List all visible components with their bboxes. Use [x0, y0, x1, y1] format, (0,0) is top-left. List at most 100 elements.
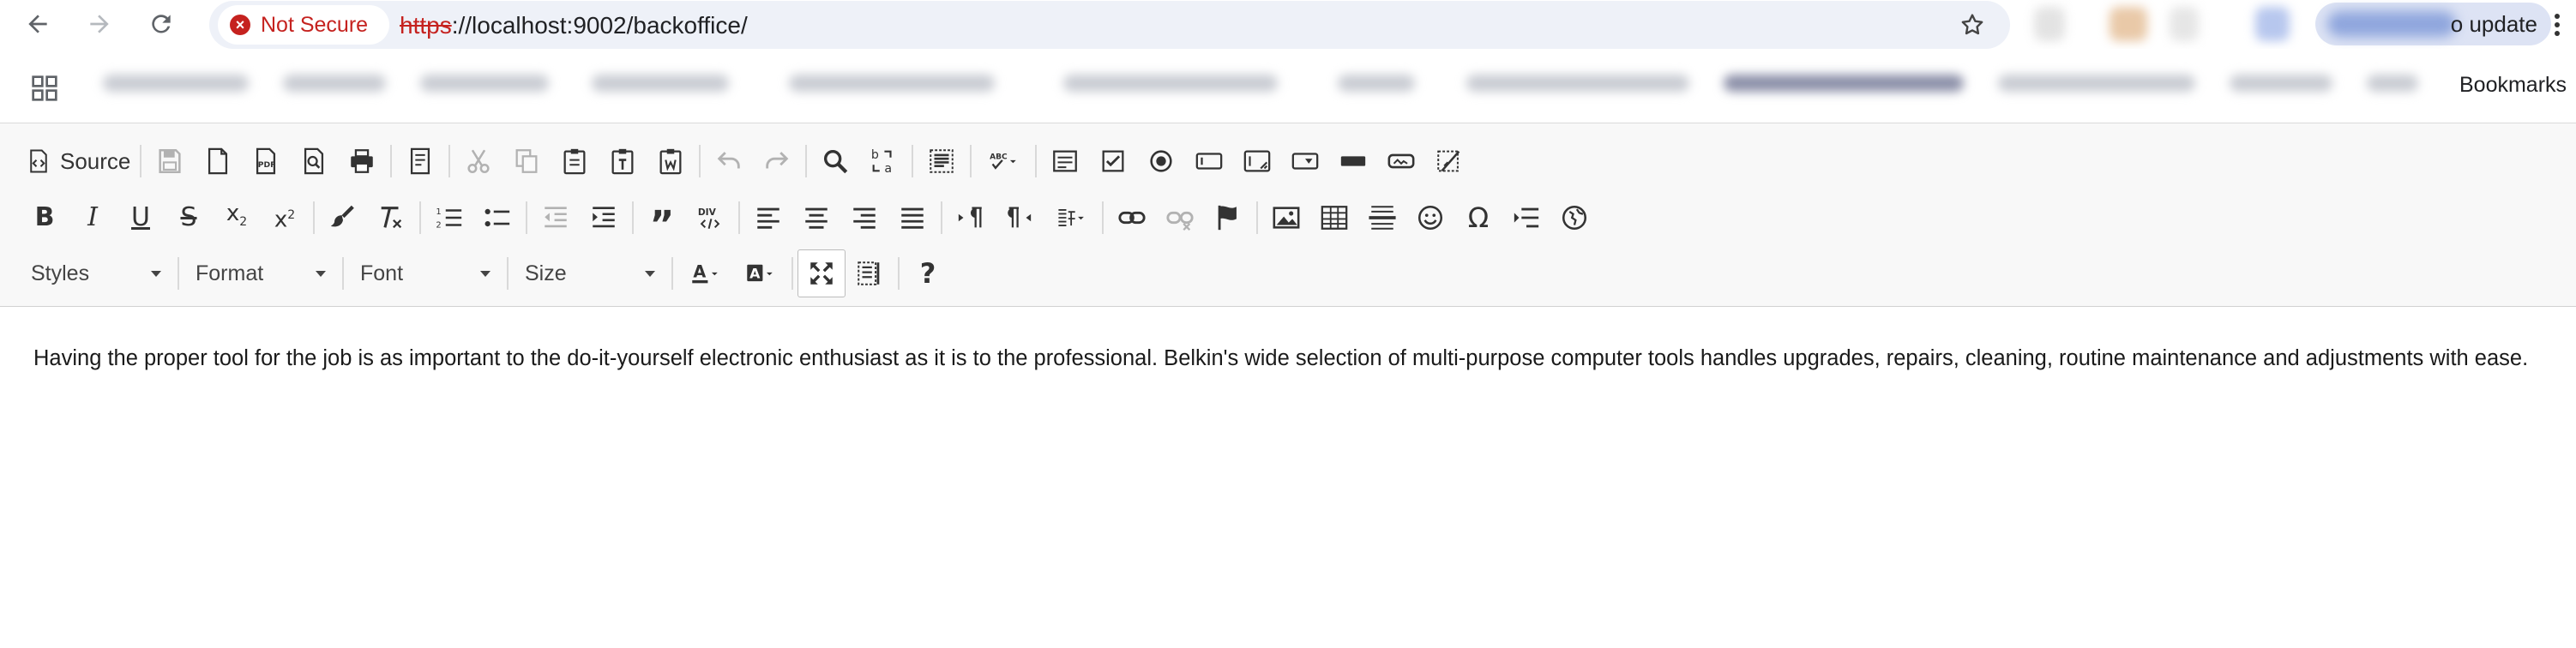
image-button[interactable]	[1262, 194, 1310, 242]
url-text[interactable]: https://localhost:9002/backoffice/	[400, 12, 748, 39]
underline-button[interactable]: U	[117, 194, 165, 242]
copy-formatting-button[interactable]	[319, 194, 367, 242]
page-break-button[interactable]	[1502, 194, 1550, 242]
replace-button[interactable]: ba	[859, 137, 907, 185]
extension-icon[interactable]	[2110, 7, 2147, 41]
blockquote-button[interactable]: ”	[638, 194, 686, 244]
create-div-button[interactable]: DIV	[686, 194, 734, 242]
text-color-button[interactable]: A	[677, 249, 732, 297]
address-bar[interactable]: × Not Secure https://localhost:9002/back…	[209, 1, 2010, 49]
redo-button[interactable]	[753, 137, 801, 185]
bookmark-item[interactable]	[592, 75, 729, 92]
unlink-button[interactable]	[1156, 194, 1204, 242]
bookmark-item[interactable]	[103, 75, 249, 92]
profile-update-button[interactable]: o update	[2315, 3, 2551, 45]
copy-button[interactable]	[503, 137, 551, 185]
format-dropdown[interactable]: Format	[184, 249, 338, 297]
font-dropdown[interactable]: Font	[348, 249, 503, 297]
source-button[interactable]: Source	[21, 137, 135, 185]
table-button[interactable]	[1310, 194, 1358, 242]
superscript-button[interactable]: x2	[261, 194, 309, 242]
select-all-button[interactable]	[918, 137, 966, 185]
horizontal-line-button[interactable]	[1358, 194, 1406, 242]
bookmark-item[interactable]	[1998, 75, 2195, 92]
templates-button[interactable]	[396, 137, 444, 185]
hidden-field-button[interactable]	[1425, 137, 1473, 185]
special-char-button[interactable]: Ω	[1454, 194, 1502, 242]
print-button[interactable]	[338, 137, 386, 185]
security-chip[interactable]: × Not Secure	[218, 5, 389, 45]
align-left-button[interactable]	[744, 194, 792, 242]
align-right-icon	[853, 207, 876, 229]
align-right-button[interactable]	[840, 194, 888, 242]
export-pdf-button[interactable]: PDF	[242, 137, 290, 185]
bookmark-item[interactable]	[2230, 75, 2332, 92]
align-center-button[interactable]	[792, 194, 840, 242]
extension-icon[interactable]	[2034, 7, 2065, 41]
bookmarks-folder[interactable]: Bookmarks	[2459, 73, 2567, 98]
checkbox-button[interactable]	[1089, 137, 1137, 185]
text-field-button[interactable]	[1185, 137, 1233, 185]
select-field-button[interactable]	[1281, 137, 1329, 185]
iframe-button[interactable]	[1550, 194, 1598, 242]
paste-button[interactable]	[551, 137, 599, 185]
strikethrough-button[interactable]: S	[165, 194, 213, 242]
show-blocks-button[interactable]	[846, 249, 894, 297]
language-button[interactable]	[1043, 194, 1098, 242]
bookmark-item[interactable]	[1063, 75, 1278, 92]
maximize-button[interactable]	[797, 249, 846, 297]
decrease-indent-button[interactable]	[532, 194, 580, 242]
spellcheck-button[interactable]: ABC	[976, 137, 1031, 185]
save-button[interactable]	[146, 137, 194, 185]
bookmark-item[interactable]	[1724, 75, 1964, 92]
kebab-menu-icon[interactable]	[2552, 12, 2562, 38]
form-button[interactable]	[1041, 137, 1089, 185]
radio-button[interactable]	[1137, 137, 1185, 185]
remove-format-button[interactable]	[367, 194, 415, 242]
reload-button[interactable]	[144, 7, 178, 41]
link-icon	[1118, 211, 1146, 225]
paste-word-button[interactable]	[647, 137, 695, 185]
find-button[interactable]	[811, 137, 859, 185]
preview-button[interactable]	[290, 137, 338, 185]
bookmark-item[interactable]	[1338, 75, 1415, 92]
editor-content-area[interactable]: Having the proper tool for the job is as…	[33, 340, 2546, 376]
extension-icon[interactable]	[2170, 7, 2199, 41]
undo-button[interactable]	[705, 137, 753, 185]
smiley-button[interactable]	[1406, 194, 1454, 242]
background-color-button[interactable]: A	[732, 249, 787, 297]
cut-button[interactable]	[454, 137, 503, 185]
numbered-list-button[interactable]: 12	[425, 194, 473, 242]
content-paragraph[interactable]: Having the proper tool for the job is as…	[33, 340, 2546, 376]
form-button-button[interactable]	[1329, 137, 1377, 185]
paste-text-button[interactable]	[599, 137, 647, 185]
image-button-button[interactable]	[1377, 137, 1425, 185]
anchor-button[interactable]	[1204, 194, 1252, 242]
textarea-button[interactable]	[1233, 137, 1281, 185]
bookmark-star-icon[interactable]	[1959, 11, 1986, 39]
bulleted-list-button[interactable]	[473, 194, 521, 242]
styles-dropdown[interactable]: Styles	[21, 249, 173, 297]
bookmark-item[interactable]	[789, 75, 995, 92]
help-icon: ?	[919, 257, 936, 290]
link-button[interactable]	[1108, 194, 1156, 242]
size-dropdown[interactable]: Size	[513, 249, 667, 297]
bookmark-item[interactable]	[420, 75, 549, 92]
text-direction-rtl-button[interactable]	[995, 194, 1043, 242]
extension-icon[interactable]	[2255, 7, 2290, 41]
text-direction-ltr-button[interactable]	[947, 194, 995, 242]
bold-button[interactable]: B	[21, 194, 69, 242]
toolbar-separator	[791, 257, 793, 290]
new-page-button[interactable]	[194, 137, 242, 185]
subscript-button[interactable]: x2	[213, 194, 261, 242]
forward-button[interactable]	[82, 7, 117, 41]
apps-grid-icon[interactable]	[31, 75, 58, 102]
bookmark-item[interactable]	[1466, 75, 1689, 92]
back-button[interactable]	[21, 7, 55, 41]
italic-button[interactable]: I	[69, 194, 117, 242]
increase-indent-button[interactable]	[580, 194, 628, 242]
bookmark-item[interactable]	[2367, 75, 2418, 92]
about-button[interactable]: ?	[904, 249, 952, 297]
justify-button[interactable]	[888, 194, 936, 242]
bookmark-item[interactable]	[283, 75, 386, 92]
